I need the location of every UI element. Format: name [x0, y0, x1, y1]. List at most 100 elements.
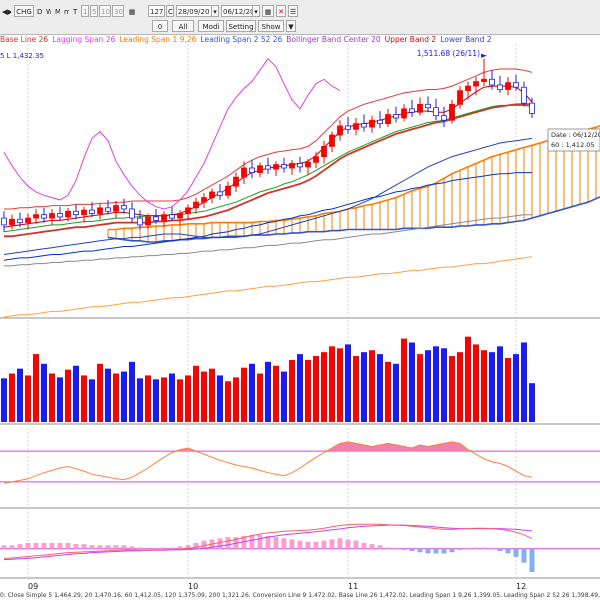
candle-body	[121, 205, 127, 210]
volume-bar	[137, 378, 143, 422]
volume-bar	[25, 375, 31, 422]
x-axis-label: 11	[348, 582, 358, 591]
macd-oscillator-bar	[121, 545, 127, 549]
volume-bar	[233, 377, 239, 422]
candle-body	[385, 114, 391, 125]
upper-band-line	[4, 68, 533, 210]
macd-oscillator-bar	[297, 540, 303, 549]
macd-oscillator-bar	[9, 545, 15, 549]
macd-oscillator-bar	[417, 548, 423, 553]
macd-oscillator-bar	[225, 537, 231, 549]
macd-oscillator-bar	[449, 548, 455, 553]
macd-oscillator-bar	[337, 538, 343, 549]
macd-oscillator-bar	[377, 545, 383, 549]
zero-button[interactable]: 0	[152, 20, 168, 32]
candle-body	[241, 167, 247, 178]
date-from-select[interactable]: 28/09/20	[176, 5, 216, 17]
leading-span-1-line	[108, 125, 600, 231]
candle-body	[81, 209, 87, 216]
minute-button[interactable]: m	[62, 5, 70, 17]
volume-bar	[1, 378, 7, 422]
monthly-button[interactable]: M	[53, 5, 61, 17]
candle-body	[233, 176, 239, 187]
macd-oscillator-bar	[57, 542, 63, 549]
interval-10-button[interactable]: 10	[99, 5, 111, 17]
candle-body	[41, 214, 47, 219]
volume-bar	[425, 350, 431, 422]
candle-body	[369, 119, 375, 128]
macd-oscillator-bar	[441, 548, 447, 554]
candle-body	[313, 156, 319, 163]
lock-icon[interactable]: ▦	[126, 5, 138, 17]
x-axis-label: 09	[28, 582, 38, 591]
macd-oscillator-bar	[353, 540, 359, 549]
candle-body	[465, 85, 471, 92]
volume-bar	[385, 361, 391, 422]
candle-body	[417, 103, 423, 113]
interval-1-button[interactable]: 1	[81, 5, 89, 17]
macd-oscillator-bar	[505, 548, 511, 554]
candle-body	[409, 108, 415, 113]
volume-bar	[433, 346, 439, 422]
all-button[interactable]: All	[172, 20, 194, 32]
calc-icon[interactable]: ☰	[288, 5, 298, 17]
interval-5-button[interactable]: 5	[90, 5, 98, 17]
candle-body	[441, 115, 447, 121]
candle-body	[201, 197, 207, 203]
c-button[interactable]: C	[166, 5, 174, 17]
sma200-line	[3, 256, 533, 318]
modify-button[interactable]: Modi	[198, 20, 224, 32]
indicator-legend: Base Line 26 Lagging Span 26 Leading Span …	[0, 35, 600, 45]
setting-button[interactable]: Setting	[226, 20, 256, 32]
candle-body	[17, 218, 23, 224]
show-button[interactable]: Show	[258, 20, 284, 32]
close-icon[interactable]: ✕	[276, 5, 286, 17]
candle-body	[393, 114, 399, 119]
macd-oscillator-bar	[65, 542, 71, 549]
candle-body	[505, 82, 511, 90]
macd-oscillator-bar	[457, 548, 463, 550]
macd-oscillator-bar	[145, 548, 151, 550]
candle-body	[377, 119, 383, 125]
count-input[interactable]: 127	[148, 5, 165, 17]
macd-oscillator-bar	[289, 539, 295, 549]
candle-body	[513, 82, 519, 88]
interval-30-button[interactable]: 30	[112, 5, 124, 17]
tick-button[interactable]: T	[71, 5, 79, 17]
candle-body	[257, 165, 263, 173]
volume-bar	[409, 342, 415, 422]
chg-button[interactable]: CHG	[14, 5, 34, 17]
macd-oscillator-bar	[305, 541, 311, 549]
macd-oscillator-bar	[281, 538, 287, 549]
candle-body	[105, 207, 111, 212]
cursor-readout: Date : 06/12/20 60 : 1,412.05	[547, 128, 600, 152]
volume-bar	[121, 371, 127, 422]
macd-oscillator-bar	[1, 545, 7, 549]
daily-button[interactable]: D	[35, 5, 43, 17]
volume-bar	[65, 369, 71, 422]
date-from-dropdown[interactable]: ▾	[211, 5, 219, 17]
candle-body	[161, 214, 167, 221]
filter-icon[interactable]: ▼	[286, 20, 296, 32]
candle-body	[401, 108, 407, 119]
table-icon[interactable]: ▦	[262, 5, 274, 17]
macd-oscillator-bar	[161, 547, 167, 549]
chart-area[interactable]: 1,511.68 (26/11) 5 L 1,432.35 Date : 06/12…	[0, 0, 600, 600]
volume-bar	[265, 361, 271, 422]
volume-bar	[345, 344, 351, 422]
nav-arrows[interactable]: ◀▶	[0, 5, 12, 17]
legend-item: Lagging Span 26	[52, 35, 116, 44]
legend-item: Base Line 26	[0, 35, 49, 44]
legend-item: Lower Band 2	[440, 35, 492, 44]
volume-bar	[353, 356, 359, 422]
macd-oscillator-bar	[433, 548, 439, 554]
volume-bar	[249, 363, 255, 422]
date-to-dropdown[interactable]: ▾	[252, 5, 260, 17]
macd-oscillator-bar	[153, 548, 159, 550]
high-value-label: 1,511.68 (26/11)	[417, 49, 480, 58]
candle-body	[473, 81, 479, 87]
weekly-button[interactable]: W	[44, 5, 52, 17]
macd-oscillator-bar	[73, 544, 79, 549]
candle-body	[145, 216, 151, 226]
macd-oscillator-bar	[393, 548, 399, 550]
